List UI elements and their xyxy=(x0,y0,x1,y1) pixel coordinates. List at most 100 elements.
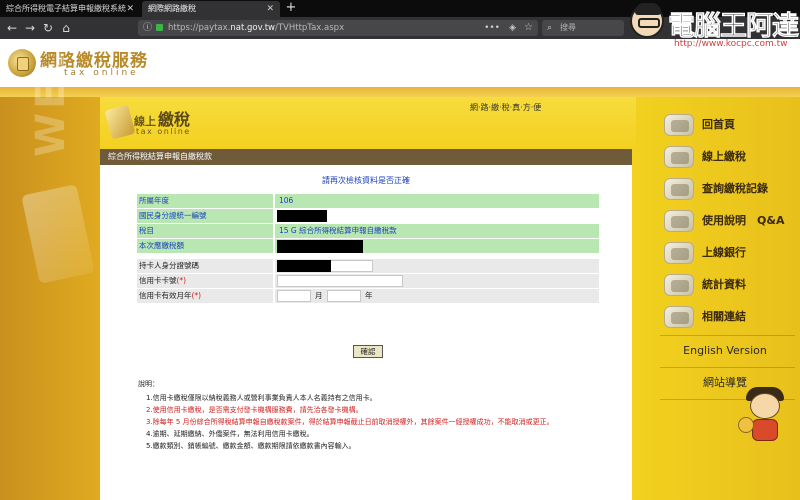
expiry-year-field[interactable] xyxy=(327,290,361,302)
query-records-photo-icon xyxy=(664,178,694,200)
search-input[interactable]: ⌕ 搜尋 xyxy=(542,20,624,36)
home-icon[interactable]: ⌂ xyxy=(58,20,74,36)
sidebar-item-help[interactable]: 使用說明 Q&A xyxy=(660,207,800,235)
new-tab-button[interactable]: + xyxy=(284,0,298,16)
search-placeholder: 搜尋 xyxy=(560,23,576,32)
note-item: 1.信用卡繳稅僅限以納稅義務人或營利事業負責人本人名義持有之信用卡。 xyxy=(146,394,377,402)
lock-icon xyxy=(156,24,163,31)
sidebar-item-banks[interactable]: 上線銀行 xyxy=(660,239,800,267)
row-value: 106 xyxy=(275,194,599,208)
note-item: 5.繳款類別、銷帳編號、繳款金額、繳款期限請依繳款書內容輸入。 xyxy=(146,442,356,450)
header-strip xyxy=(0,87,800,97)
watermark-brand: 電腦王阿達 xyxy=(668,11,800,43)
row-value: 月 年 xyxy=(275,289,599,303)
tab-title: 網際網路繳稅 xyxy=(148,4,196,13)
mascot-head xyxy=(750,393,780,419)
note-item: 2.使用信用卡繳稅，是否需支付發卡機構服務費，請先洽各發卡機構。 xyxy=(146,406,363,414)
sidebar-item-label: 相關連結 xyxy=(702,310,746,323)
row-label: 所屬年度 xyxy=(137,194,273,208)
card-number-field[interactable] xyxy=(277,275,403,287)
row-label: 稅目 xyxy=(137,224,273,238)
forward-icon[interactable]: → xyxy=(22,20,38,36)
mascot-chip-icon xyxy=(738,417,754,433)
url-text[interactable]: https://paytax.nat.gov.tw/TVHttpTax.aspx xyxy=(168,20,344,36)
section-logo-sub: tax online xyxy=(136,127,191,136)
welcome-decoration: WELCOME xyxy=(28,39,74,157)
reload-icon[interactable]: ↻ xyxy=(40,20,56,36)
confirm-button[interactable]: 確認 xyxy=(353,345,383,358)
info-row-tax-type: 稅目 15 G 綜合所得稅結算申報自繳稅款 xyxy=(137,224,599,238)
row-label: 國民身分證統一編號 xyxy=(137,209,273,223)
browser-tab-active[interactable]: 網際網路繳稅 ✕ xyxy=(142,1,280,17)
slogan: 網‧路‧繳‧稅‧真‧方‧便 xyxy=(470,103,542,112)
back-icon[interactable]: ← xyxy=(4,20,20,36)
panel-title: 綜合所得稅結算申報自繳稅款 xyxy=(100,149,632,165)
form-row-card-number: 信用卡卡號(*) xyxy=(137,274,599,288)
sidebar-item-label: 統計資料 xyxy=(702,278,746,291)
chip-card-icon xyxy=(104,104,136,140)
help-photo-icon xyxy=(664,210,694,232)
info-icon[interactable]: ⓘ xyxy=(143,20,152,36)
close-tab-icon[interactable]: ✕ xyxy=(266,1,274,17)
home-photo-icon xyxy=(664,114,694,136)
expiry-month-field[interactable] xyxy=(277,290,311,302)
row-value xyxy=(275,259,599,273)
sidebar-item-label: 使用說明 Q&A xyxy=(702,214,785,227)
mascot-body xyxy=(752,419,778,441)
main-content: 線上 繳稅 tax online 網‧路‧繳‧稅‧真‧方‧便 綜合所得稅結算申報… xyxy=(100,97,636,500)
bookmark-star-icon[interactable]: ☆ xyxy=(524,20,533,36)
sidebar-divider xyxy=(660,335,795,336)
verify-note: 請再次檢核資料是否正確 xyxy=(322,176,410,185)
notes-heading: 說明： xyxy=(138,380,159,388)
note-item: 4.逾期、延期繳納、外僑案件，無法利用信用卡繳稅。 xyxy=(146,430,314,438)
sidebar-item-home[interactable]: 回首頁 xyxy=(660,111,800,139)
redacted-block xyxy=(277,240,363,253)
form-row-holder-id: 持卡人身分證號碼 xyxy=(137,259,599,273)
sidebar-item-online-tax[interactable]: 線上繳稅 xyxy=(660,143,800,171)
sidebar-item-label: 上線銀行 xyxy=(702,246,746,259)
bank-photo-icon xyxy=(664,242,694,264)
address-bar[interactable]: ⓘ https://paytax.nat.gov.tw/TVHttpTax.as… xyxy=(138,20,538,36)
row-value xyxy=(275,239,599,253)
sidebar-item-query-records[interactable]: 查詢繳稅記錄 xyxy=(660,175,800,203)
redacted-block xyxy=(277,210,327,222)
year-unit: 年 xyxy=(365,291,373,300)
online-tax-photo-icon xyxy=(664,146,694,168)
card-number-label: 信用卡卡號(*) xyxy=(137,274,273,288)
form-row-expiry: 信用卡有效月年(*) 月 年 xyxy=(137,289,599,303)
expiry-label: 信用卡有效月年(*) xyxy=(137,289,273,303)
row-label: 本次應繳稅額 xyxy=(137,239,273,253)
row-value xyxy=(275,274,599,288)
watermark-logo: 電腦王阿達 http://www.kocpc.com.tw xyxy=(630,2,800,52)
site-logo-subtitle: tax online xyxy=(64,68,139,78)
tab-title: 綜合所得稅電子結算申報繳稅系統 xyxy=(6,4,126,13)
screen: 綜合所得稅電子結算申報繳稅系統 ✕ 網際網路繳稅 ✕ + ← → ↻ ⌂ ⓘ h… xyxy=(0,0,800,500)
more-icon[interactable]: ••• xyxy=(484,20,500,36)
watermark-url: http://www.kocpc.com.tw xyxy=(674,39,788,49)
redacted-block xyxy=(277,260,331,272)
notes-section: 說明： 1.信用卡繳稅僅限以納稅義務人或營利事業負責人本人名義持有之信用卡。 2… xyxy=(138,378,608,452)
month-unit: 月 xyxy=(315,291,323,300)
tax-form-panel: 請再次檢核資料是否正確 所屬年度 106 國民身分證統一編號 稅目 15 G 綜… xyxy=(100,165,632,500)
web-page: 網路繳稅服務 tax online WELCOME 線上 繳稅 tax onli… xyxy=(0,39,800,500)
statistics-photo-icon xyxy=(664,274,694,296)
note-item: 3.除每年 5 月份綜合所得稅結算申報自繳稅款案件，得於結算申報截止日前取消授權… xyxy=(146,418,554,426)
search-icon: ⌕ xyxy=(547,23,553,33)
holder-id-label: 持卡人身分證號碼 xyxy=(137,259,273,273)
info-row-amount: 本次應繳稅額 xyxy=(137,239,599,253)
shield-icon[interactable]: ◈ xyxy=(509,20,516,36)
english-version-link[interactable]: English Version xyxy=(650,337,800,365)
sidebar-item-related-links[interactable]: 相關連結 xyxy=(660,303,800,331)
browser-tab[interactable]: 綜合所得稅電子結算申報繳稅系統 ✕ xyxy=(0,1,140,17)
sidebar-item-label: English Version xyxy=(683,344,767,357)
section-logo: 線上 繳稅 tax online xyxy=(104,103,218,143)
section-header: 線上 繳稅 tax online 網‧路‧繳‧稅‧真‧方‧便 xyxy=(100,97,636,149)
related-links-icon xyxy=(664,306,694,328)
sidebar-divider xyxy=(660,367,795,368)
row-value xyxy=(275,209,599,223)
mascot-face-icon xyxy=(630,3,664,38)
sidebar-item-label: 回首頁 xyxy=(702,118,735,131)
sidebar-item-label: 線上繳稅 xyxy=(702,150,746,163)
sidebar-item-statistics[interactable]: 統計資料 xyxy=(660,271,800,299)
close-tab-icon[interactable]: ✕ xyxy=(126,1,134,17)
